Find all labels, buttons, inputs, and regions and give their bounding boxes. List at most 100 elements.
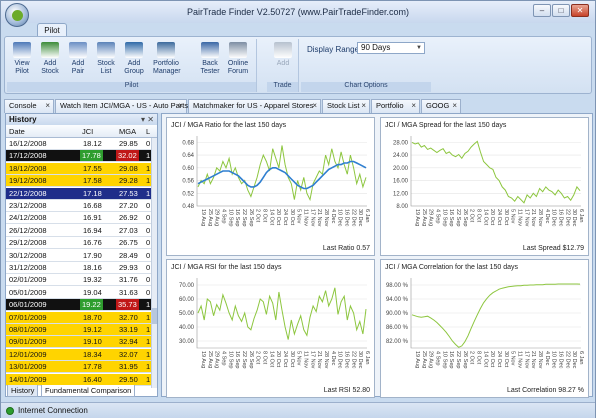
table-row[interactable]: 08/01/2009 19.12 33.19 1	[6, 324, 151, 336]
x-tick-label: 29 Aug	[428, 209, 434, 226]
table-row[interactable]: 05/01/2009 19.04 31.63 0	[6, 286, 151, 299]
table-row[interactable]: 14/01/2009 16.40 29.50 1	[6, 373, 151, 386]
spread-chart: 28.00 24.00 20.00 16.00 12.00 8.00 19 Aug 25 Au…	[380, 117, 589, 256]
x-tick-label: 30 Dec	[357, 209, 363, 227]
close-tab-icon[interactable]: ×	[361, 100, 366, 112]
table-row[interactable]: 12/01/2009 18.34 32.07 1	[6, 348, 151, 361]
table-row[interactable]: 31/12/2008 18.16 29.93 0	[6, 262, 151, 274]
table-row[interactable]: 09/01/2009 19.10 32.94 1	[6, 336, 151, 349]
x-tick-label: 4 Dec	[544, 209, 550, 224]
cell-mga: 33.19	[119, 325, 138, 334]
chevron-down-icon: ▼	[416, 45, 422, 51]
x-tick-label: 20 Oct	[275, 351, 281, 368]
cell-l: 0	[146, 213, 151, 223]
close-tab-icon[interactable]: ×	[411, 100, 416, 112]
column-header-l[interactable]: L	[146, 125, 150, 138]
table-row[interactable]: 02/01/2009 19.32 31.76 0	[6, 274, 151, 287]
table-row[interactable]: 22/12/2008 17.18 27.53 1	[6, 187, 151, 200]
document-tab[interactable]: Stock List ×	[322, 99, 370, 113]
x-tick-label: 14 Oct	[482, 209, 488, 226]
column-header-date[interactable]: Date	[9, 125, 25, 138]
table-row[interactable]: 18/12/2008 17.55 29.08 1	[6, 162, 151, 175]
close-tab-icon[interactable]: ×	[452, 100, 457, 112]
tab-fundamental-comparison[interactable]: Fundamental Comparison	[41, 385, 136, 397]
x-tick-label: 22 Sep	[455, 209, 461, 226]
cell-l: 1	[146, 349, 151, 359]
chart-title: JCI / MGA RSI for the last 150 days	[171, 264, 282, 271]
table-row[interactable]: 13/01/2009 17.78 31.95 1	[6, 361, 151, 374]
x-tick-label: 2 Oct	[469, 351, 475, 365]
table-row[interactable]: 19/12/2008 17.58 29.28 1	[6, 175, 151, 188]
cell-date: 17/12/2008	[9, 151, 47, 161]
table-row[interactable]: 26/12/2008 16.94 27.03 0	[6, 224, 151, 237]
close-tab-icon[interactable]: ×	[45, 100, 50, 112]
document-tab[interactable]: Console ×	[4, 99, 54, 113]
x-tick-label: 6 Jan	[578, 209, 584, 222]
chart-plot: 0.68 0.64 0.60 0.56 0.52 0.48 19 Aug 25 Aug 29 A…	[182, 136, 370, 227]
table-row[interactable]: 29/12/2008 16.76 26.75 0	[6, 237, 151, 250]
history-table: 16/12/2008 18.12 29.85 0 17/12/2008 17.78 32.0…	[6, 138, 151, 388]
x-tick-label: 8 Oct	[476, 209, 482, 223]
close-button[interactable]: ✕	[571, 4, 589, 17]
ribbon-tab-pilot[interactable]: Pilot	[37, 23, 67, 37]
x-tick-label: 4 Sep	[221, 351, 227, 365]
y-tick-label: 60.00	[179, 297, 195, 303]
history-scrollbar[interactable]	[151, 138, 157, 388]
table-row[interactable]: 07/01/2009 18.70 32.70 1	[6, 311, 151, 324]
cell-mga: 35.73	[116, 299, 139, 311]
view-pilot-button[interactable]: View Pilot	[9, 41, 35, 76]
cell-date: 12/01/2009	[9, 349, 47, 359]
pin-icon[interactable]: ▾ ✕	[141, 114, 154, 125]
document-tab[interactable]: Matchmaker for US - Apparel Stores ×	[188, 99, 321, 113]
cell-mga: 26.75	[119, 238, 138, 248]
add-stock-button[interactable]: Add Stock	[37, 41, 63, 76]
document-tab[interactable]: Portfolio ×	[371, 99, 420, 113]
add-trade-button[interactable]: Add	[270, 41, 296, 68]
stock-list-button[interactable]: Stock List	[93, 41, 119, 76]
add-trade-icon	[274, 42, 292, 58]
y-tick-label: 20.00	[393, 166, 409, 172]
close-tab-icon[interactable]: ×	[178, 100, 183, 112]
display-range-value: 90 Days	[361, 43, 391, 52]
x-tick-label: 28 Nov	[537, 351, 543, 369]
chart-last-value: Last Correlation 98.27 %	[506, 387, 584, 394]
portfolio-manager-button[interactable]: Portfolio Manager	[153, 41, 181, 76]
cell-date: 18/12/2008	[9, 163, 47, 173]
display-range-select[interactable]: 90 Days ▼	[357, 42, 425, 54]
back-tester-button[interactable]: Back Tester	[197, 41, 223, 76]
column-header-jci[interactable]: JCI	[82, 125, 93, 138]
title-bar[interactable]: PairTrade Finder V2.50727 (www.PairTrade…	[1, 1, 595, 27]
cell-jci: 17.90	[83, 250, 102, 260]
y-tick-label: 86.00 %	[386, 325, 409, 331]
cell-jci: 17.18	[83, 188, 102, 198]
minimize-button[interactable]: –	[533, 4, 551, 17]
table-row[interactable]: 24/12/2008 16.91 26.92 0	[6, 212, 151, 225]
table-row[interactable]: 16/12/2008 18.12 29.85 0	[6, 138, 151, 150]
document-tab[interactable]: Watch Item JCI/MGA - US - Auto Parts ×	[55, 99, 188, 113]
column-header-mga[interactable]: MGA	[119, 125, 136, 138]
document-tab[interactable]: GOOG ×	[421, 99, 461, 113]
x-tick-label: 24 Oct	[496, 351, 502, 368]
table-row[interactable]: 30/12/2008 17.90 28.49 0	[6, 249, 151, 262]
x-tick-label: 26 Sep	[248, 209, 254, 226]
cell-date: 16/12/2008	[9, 139, 47, 148]
table-row[interactable]: 06/01/2009 19.22 35.73 1	[6, 299, 151, 312]
x-tick-label: 20 Oct	[275, 209, 281, 226]
tab-history[interactable]: History	[7, 385, 39, 397]
close-tab-icon[interactable]: ×	[312, 100, 317, 112]
document-tab-label: Console	[9, 101, 37, 110]
maximize-button[interactable]: □	[552, 4, 570, 17]
x-tick-label: 22 Dec	[350, 209, 356, 227]
x-tick-label: 5 Nov	[296, 209, 302, 224]
history-panel-header: History ▾ ✕	[6, 114, 157, 125]
stock-list-icon	[97, 42, 115, 58]
table-row[interactable]: 23/12/2008 16.68 27.20 0	[6, 200, 151, 212]
cell-l: 1	[146, 163, 151, 173]
online-forum-button[interactable]: Online Forum	[225, 41, 251, 76]
scrollbar-thumb[interactable]	[152, 308, 157, 324]
add-group-button[interactable]: Add Group	[121, 41, 147, 76]
cell-mga: 29.93	[119, 263, 138, 272]
add-pair-button[interactable]: Add Pair	[65, 41, 91, 76]
table-row[interactable]: 17/12/2008 17.78 32.02 1	[6, 150, 151, 163]
x-tick-label: 19 Aug	[414, 209, 420, 226]
